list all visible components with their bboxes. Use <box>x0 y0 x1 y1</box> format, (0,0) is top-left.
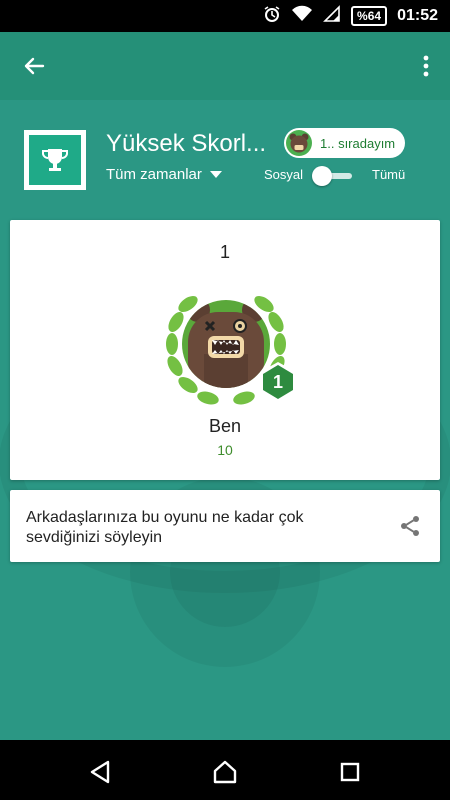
my-rank-label: 1.. sıradayım <box>320 135 396 151</box>
time-filter-label: Tüm zamanlar <box>106 166 202 183</box>
nav-home-icon[interactable] <box>211 758 239 786</box>
toggle-thumb <box>312 166 332 186</box>
bear-avatar-small <box>286 130 312 156</box>
social-all-toggle[interactable] <box>310 166 354 186</box>
player-score: 10 <box>217 442 233 458</box>
status-clock: 01:52 <box>397 7 438 24</box>
more-vert-icon <box>423 55 429 77</box>
share-message: Arkadaşlarınıza bu oyunu ne kadar çok se… <box>26 509 304 546</box>
time-filter-dropdown[interactable]: Tüm zamanlar <box>106 166 222 183</box>
alarm-icon <box>263 5 281 28</box>
all-toggle-label: Tümü <box>372 167 406 182</box>
leaderboard-icon-tile <box>24 130 86 190</box>
toolbar <box>0 32 450 100</box>
battery-indicator: %64 <box>351 6 388 26</box>
badge-rank-number: 1 <box>273 372 283 392</box>
status-icons: %64 01:52 <box>263 0 438 32</box>
social-toggle-label: Sosyal <box>264 167 304 182</box>
share-card[interactable]: Arkadaşlarınıza bu oyunu ne kadar çok se… <box>10 490 440 562</box>
player-avatar: 1 <box>158 282 296 412</box>
back-arrow-icon <box>24 57 45 75</box>
share-icon[interactable] <box>398 514 422 538</box>
nav-back-icon[interactable] <box>86 758 114 786</box>
dropdown-arrow-icon <box>209 170 222 178</box>
back-button[interactable] <box>16 50 52 82</box>
status-bar: %64 01:52 <box>0 0 450 32</box>
leaderboard-header: Yüksek Skorl... Tüm zamanlar 1.. sıraday… <box>0 100 450 210</box>
rank-badge-icon: 1 <box>260 362 296 402</box>
leaderboard-title: Yüksek Skorl... <box>106 130 267 157</box>
wifi-icon <box>291 5 313 28</box>
my-rank-chip[interactable]: 1.. sıradayım <box>284 128 405 158</box>
player-name: Ben <box>208 416 242 436</box>
system-navigation-bar <box>0 740 450 800</box>
entry-rank: 1 <box>219 242 230 262</box>
trophy-icon <box>29 135 81 185</box>
leaderboard-entry-card[interactable]: 1 1 Ben 10 <box>10 220 440 480</box>
signal-icon <box>323 4 341 28</box>
overflow-menu-button[interactable] <box>414 50 438 82</box>
nav-recents-icon[interactable] <box>336 758 364 786</box>
